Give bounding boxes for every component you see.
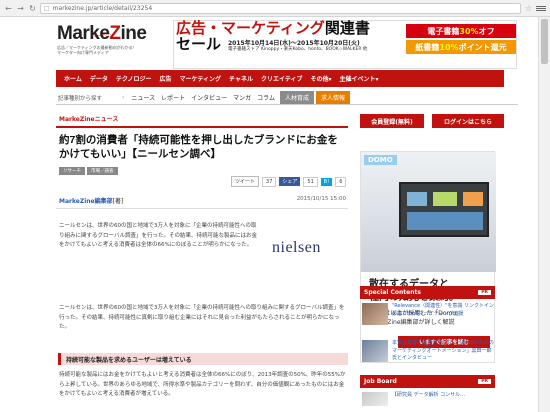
publish-date: 2015/10/15 15:00 <box>296 196 346 202</box>
nav-data[interactable]: データ <box>86 74 112 83</box>
forward-icon[interactable]: → <box>16 4 25 13</box>
site-header: MarkeZine マーケジン 広告／マーケティングの最新動向がわかる！ マーケ… <box>56 18 518 69</box>
banner-ad[interactable]: 広告・マーケティング関連書 セール 2015年10月14日(水)〜2015年10… <box>173 20 517 69</box>
special-contents-header: Special Contents PR <box>360 286 495 299</box>
category-divider <box>56 126 348 128</box>
scrollbar-thumb[interactable] <box>541 19 548 64</box>
logo-tagline-2: マーケター向け専門メディア <box>57 50 109 55</box>
login-button[interactable]: ログインはこちら <box>432 114 504 128</box>
pr-badge: PR <box>478 379 491 384</box>
special-item-thumbnail <box>362 340 388 362</box>
article-lead: ニールセンは、世界の60の国と地域で3万人を対象に「企業の持続可能性への取り組み… <box>59 223 257 248</box>
nielsen-logo: nielsen <box>272 239 321 256</box>
page-icon: □ <box>44 4 50 12</box>
nav-technology[interactable]: テクノロジー <box>112 74 156 83</box>
article-title: 約7割の消費者「持続可能性を押し出したブランドにお金をかけてもいい」【ニールセン… <box>59 134 338 160</box>
hatena-bookmark-button[interactable]: B! <box>320 177 333 186</box>
site-logo[interactable]: MarkeZine マーケジン 広告／マーケティングの最新動向がわかる！ マーケ… <box>57 23 147 55</box>
job-board-header: Job Board PR <box>360 375 495 388</box>
hatena-count: 6 <box>335 176 347 187</box>
article-category[interactable]: MarkeZineニュース <box>56 114 350 123</box>
byline-divider <box>56 208 348 209</box>
article: MarkeZineニュース 約7割の消費者「持続可能性を押し出したブランドにお金… <box>56 114 350 397</box>
nav-other[interactable]: その他▾ <box>307 74 336 83</box>
special-item[interactable]: 本質は集客の最適化ではない「BtoBのためのマーケティングオートメーション」黒田… <box>362 340 495 363</box>
ad-discount-badge: 電子書籍 30% オフ <box>406 24 516 38</box>
logo-ruby: マーケジン <box>93 33 113 38</box>
tag-market[interactable]: 市場／調査 <box>87 167 118 175</box>
reload-icon[interactable]: ↻ <box>28 4 37 13</box>
subnav-manga[interactable]: マンガ <box>230 93 254 102</box>
tweet-button[interactable]: ツイート <box>231 176 260 187</box>
register-button[interactable]: 会員登録(無料) <box>360 114 424 128</box>
sub-nav: 記事種別から探す › ニュース レポート インタビュー マンガ コラム 人材育成… <box>56 91 518 105</box>
sidebar: 会員登録(無料) ログインはこちら DOMO 散在するデータと 社内の知見を集約… <box>360 114 518 406</box>
nav-creative[interactable]: クリエイティブ <box>257 74 307 83</box>
main-nav: ホーム データ テクノロジー 広告 マーケティング チャネル クリエイティブ そ… <box>56 70 504 87</box>
subnav-label: 記事種別から探す <box>58 95 103 102</box>
ad-photo: DOMO <box>361 152 496 272</box>
subnav-column[interactable]: コラム <box>254 93 278 102</box>
subnav-report[interactable]: レポート <box>158 93 188 102</box>
subnav-interview[interactable]: インタビュー <box>188 93 230 102</box>
article-paragraph: ニールセンは、世界の60の国と地域で3万人を対象に「企業の持続可能性への取り組み… <box>59 305 345 330</box>
facebook-share-button[interactable]: シェア <box>279 177 301 186</box>
special-item[interactable]: "Relevance（関連性）"を意識 リンクトインが描くBtoBマーケティング… <box>362 303 495 325</box>
ad-points-badge: 紙書籍 10% ポイント還元 <box>406 40 516 54</box>
star-icon[interactable]: ☆ <box>524 4 533 13</box>
menu-icon[interactable] <box>536 3 546 13</box>
chevron-right-icon: › <box>122 94 125 101</box>
dashboard-screen-image <box>399 182 489 237</box>
article-tags: リサーチ 市場／調査 <box>56 167 350 175</box>
share-bar: ツイート 37 シェア 51 B! 6 <box>56 176 350 187</box>
nav-events[interactable]: 主催イベント▾ <box>336 74 383 83</box>
section-heading: 持続可能な製品を求めるユーザーは増えている <box>58 353 348 365</box>
special-item-thumbnail <box>362 303 388 325</box>
subnav-news[interactable]: ニュース <box>128 93 158 102</box>
page-scrollbar[interactable] <box>538 17 550 412</box>
nav-channel[interactable]: チャネル <box>225 74 257 83</box>
nav-ads[interactable]: 広告 <box>155 74 175 83</box>
pr-badge: PR <box>478 290 491 295</box>
domo-logo: DOMO <box>364 155 397 165</box>
address-bar[interactable]: □ markezine.jp/article/detail/23254 <box>40 2 521 14</box>
facebook-count: 51 <box>303 176 318 187</box>
job-item-thumbnail <box>362 392 388 406</box>
domo-ad[interactable]: DOMO 散在するデータと 社内の知見を集約。 1000社以上が採用した「Dom… <box>360 151 496 363</box>
back-icon[interactable]: ← <box>4 4 13 13</box>
author-link[interactable]: MarkeZine編集部 <box>59 198 113 205</box>
nav-marketing[interactable]: マーケティング <box>176 74 226 83</box>
subnav-jobs[interactable]: 求人情報 <box>316 91 351 104</box>
subnav-hr[interactable]: 人材育成 <box>279 91 314 104</box>
nav-home[interactable]: ホーム <box>60 74 86 83</box>
url-text: markezine.jp/article/detail/23254 <box>52 4 153 12</box>
section-heading-bar <box>58 353 61 365</box>
job-item[interactable]: 【研究員 データ解析 コンサル… <box>362 392 495 406</box>
byline: MarkeZine編集部[著] 2015/10/15 15:00 <box>56 196 348 205</box>
article-paragraph-2: 持続可能な製品にはお金をかけてもよいと考える消費者は全体の66%にのぼり、201… <box>59 372 346 397</box>
ad-stores: 電子書籍ストア Kinoppy・楽天Kobo、honto、BOOK☆WALKER… <box>228 47 368 52</box>
tweet-count: 37 <box>262 176 277 187</box>
tag-research[interactable]: リサーチ <box>59 167 85 175</box>
browser-toolbar: ← → ↻ □ markezine.jp/article/detail/2325… <box>0 0 550 17</box>
author: MarkeZine編集部[著] <box>59 198 124 205</box>
